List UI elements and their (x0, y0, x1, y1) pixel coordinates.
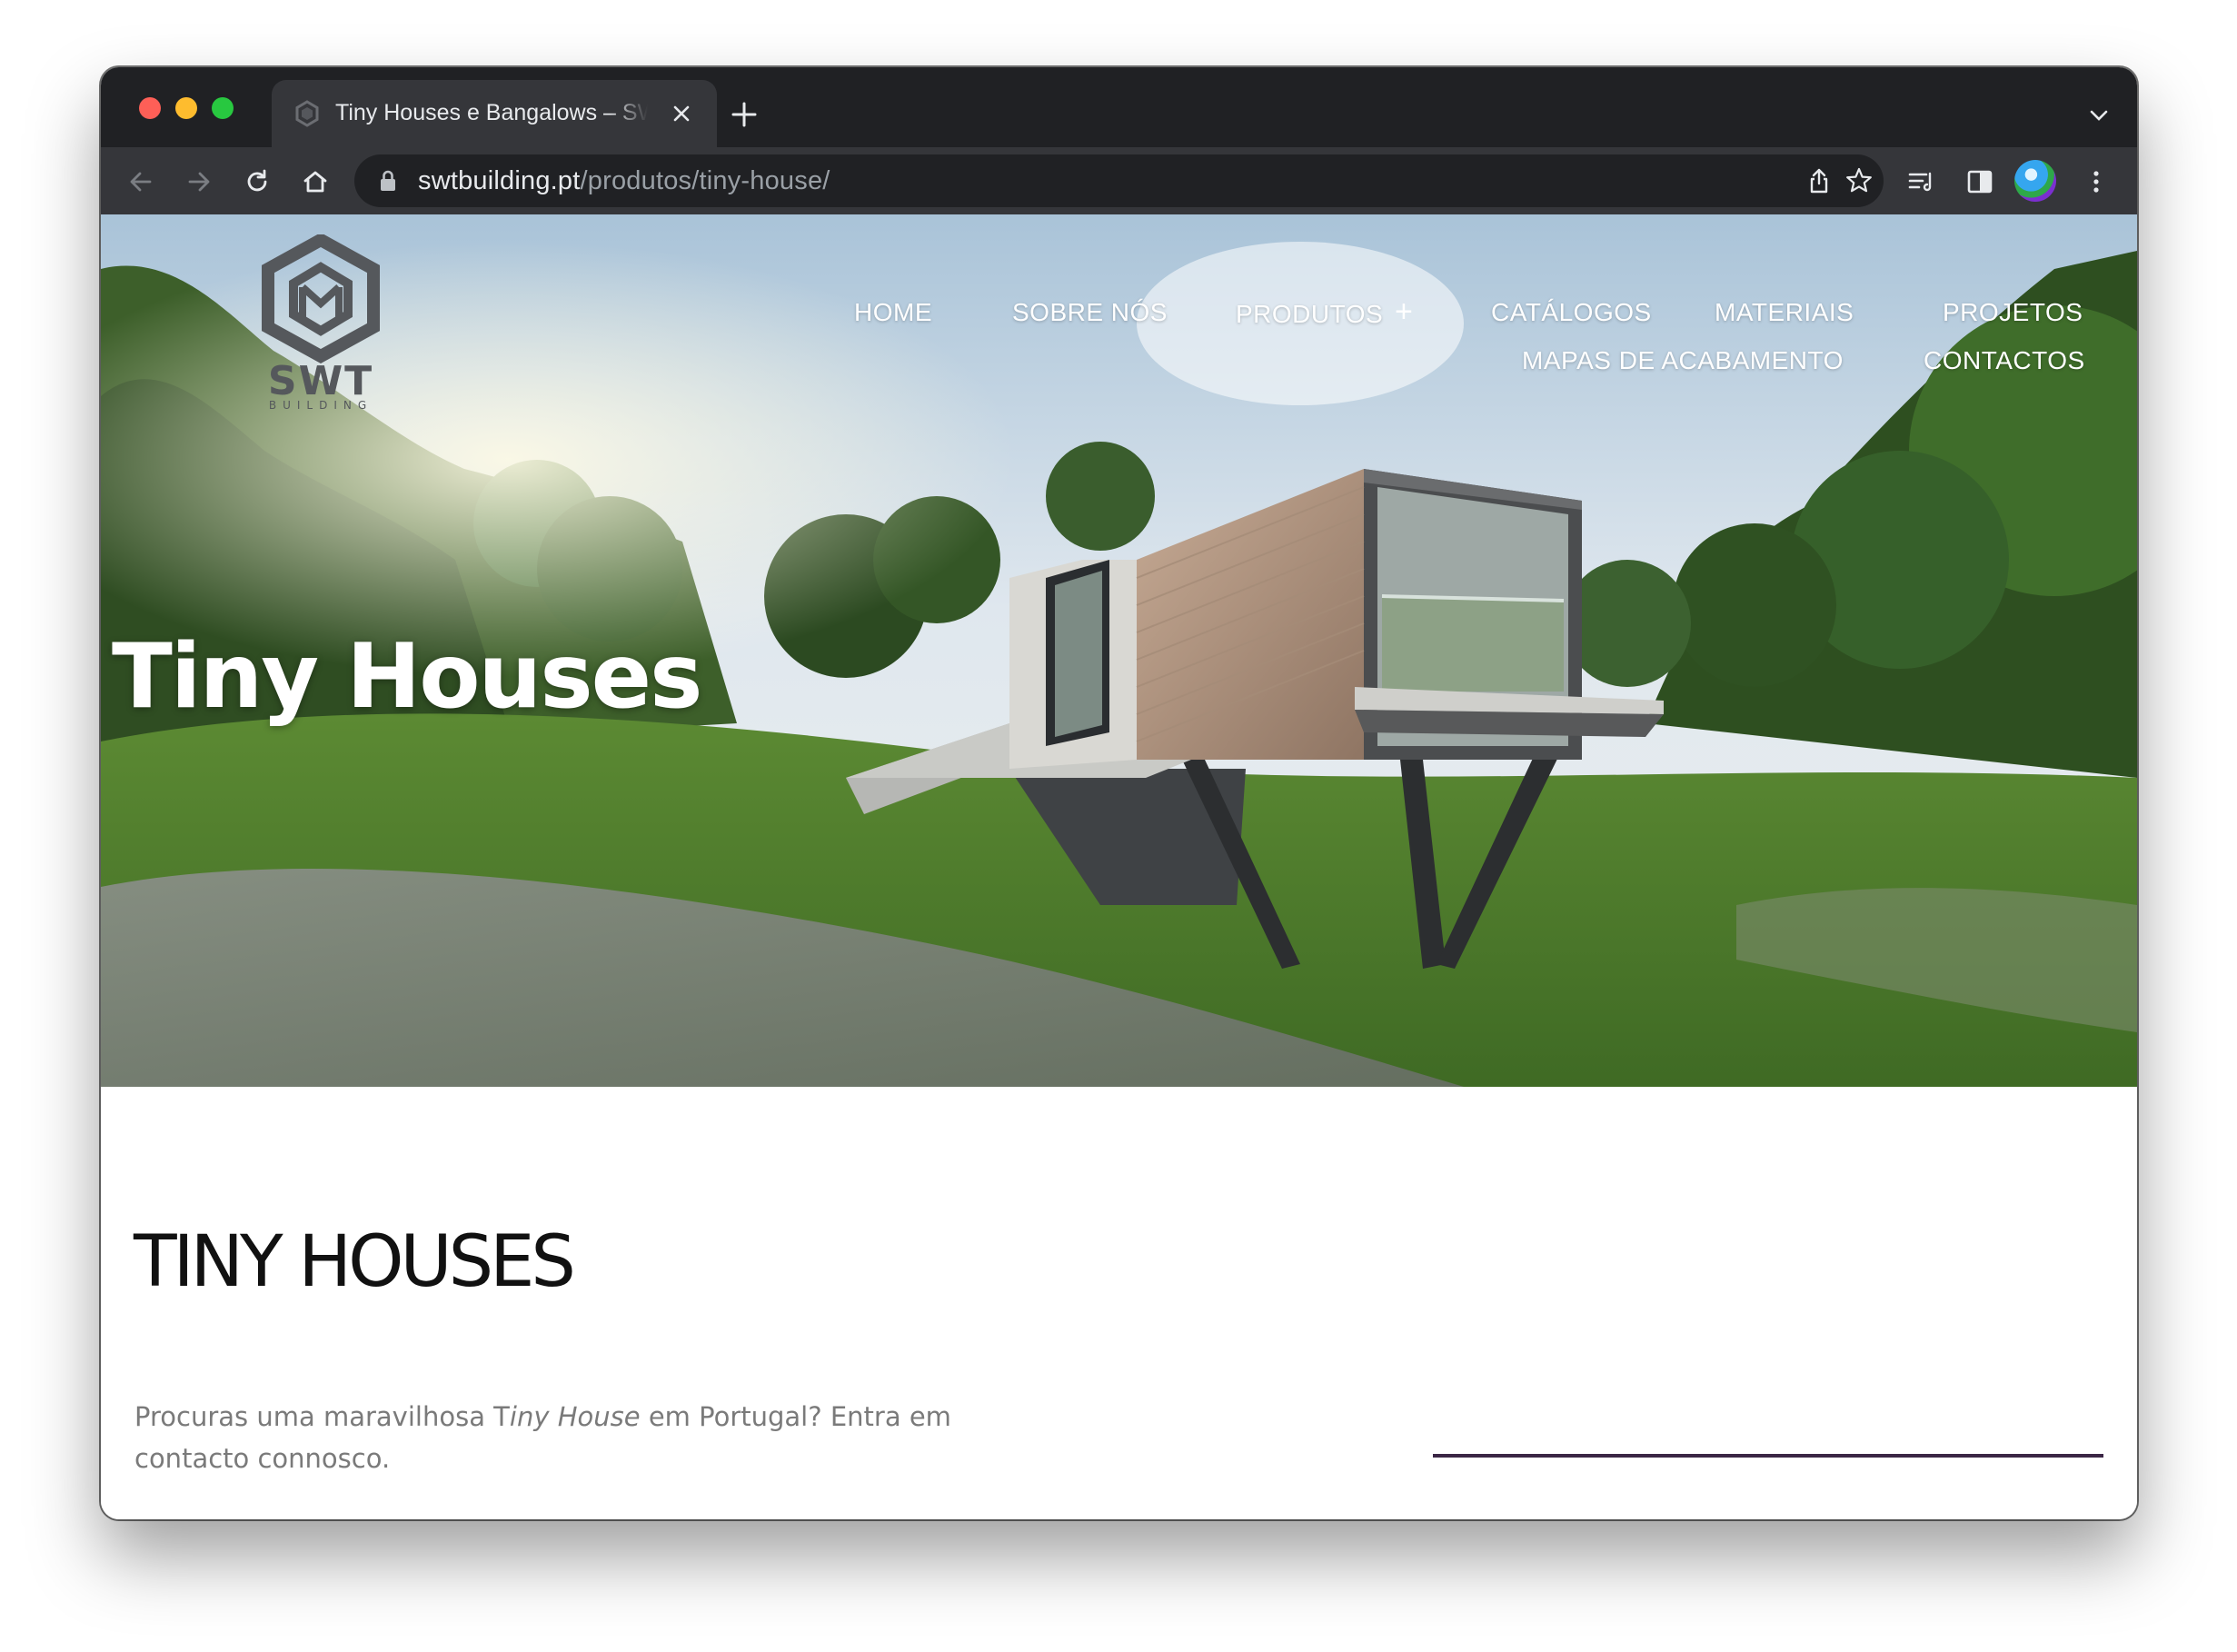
logo-subtext: BUILDING (269, 399, 373, 412)
nav-catalogs-link[interactable]: CATÁLOGOS (1491, 298, 1652, 327)
reload-icon[interactable] (241, 165, 273, 198)
reading-list-icon[interactable] (1904, 165, 1937, 198)
nav-products-link[interactable]: PRODUTOS (1236, 300, 1383, 329)
address-bar[interactable]: swtbuilding.pt/produtos/tiny-house/ (354, 154, 1884, 207)
section-intro-text: Procuras uma maravilhosa Tiny House em P… (134, 1396, 952, 1479)
close-window-button[interactable] (139, 97, 161, 119)
page-viewport: SWT BUILDING HOME SOBRE NÓS PRODUTOS + C… (101, 214, 2137, 1519)
hero-title: Tiny Houses (112, 625, 702, 729)
more-vert-icon[interactable] (2080, 165, 2113, 198)
nav-finish-maps-link[interactable]: MAPAS DE ACABAMENTO (1522, 346, 1844, 375)
browser-window: Tiny Houses e Bangalows – SWT Building (101, 67, 2137, 1519)
intro-text-start: Procuras uma maravilhosa T (134, 1401, 510, 1432)
home-icon[interactable] (299, 165, 332, 198)
nav-projects-link[interactable]: PROJETOS (1943, 298, 2083, 327)
share-icon[interactable] (1805, 166, 1834, 195)
section-divider (1433, 1454, 2103, 1458)
site-favicon-icon (295, 100, 319, 127)
nav-materials-link[interactable]: MATERIAIS (1715, 298, 1854, 327)
section-title: TINY HOUSES (134, 1221, 576, 1303)
maximize-window-button[interactable] (212, 97, 234, 119)
lock-icon[interactable] (376, 168, 400, 194)
logo-text: SWT (268, 358, 373, 404)
hero-banner: SWT BUILDING HOME SOBRE NÓS PRODUTOS + C… (101, 214, 2137, 1087)
url-path: /produtos/tiny-house/ (580, 166, 830, 195)
profile-avatar[interactable] (2014, 160, 2056, 202)
side-panel-icon[interactable] (1964, 165, 1996, 198)
url-host: swtbuilding.pt (418, 166, 581, 195)
tab-strip: Tiny Houses e Bangalows – SWT Building (101, 67, 2137, 147)
tab-title: Tiny Houses e Bangalows – SWT Building (335, 100, 648, 125)
browser-toolbar: swtbuilding.pt/produtos/tiny-house/ (101, 147, 2137, 214)
active-tab[interactable]: Tiny Houses e Bangalows – SWT Building (272, 80, 717, 147)
products-expand-icon[interactable]: + (1395, 294, 1413, 330)
back-arrow-icon[interactable] (124, 165, 157, 198)
swt-building-logo[interactable]: SWT BUILDING (255, 234, 386, 413)
new-tab-icon[interactable] (728, 98, 761, 131)
forward-arrow-icon[interactable] (183, 165, 215, 198)
intro-text-italic: iny House (509, 1401, 641, 1432)
close-tab-icon[interactable] (668, 100, 695, 127)
bookmark-star-icon[interactable] (1844, 166, 1874, 195)
url-text[interactable]: swtbuilding.pt/produtos/tiny-house/ (418, 164, 830, 197)
tab-search-chevron-icon[interactable] (2085, 102, 2113, 129)
minimize-window-button[interactable] (175, 97, 197, 119)
nav-about-link[interactable]: SOBRE NÓS (1012, 298, 1168, 327)
nav-home-link[interactable]: HOME (854, 298, 932, 327)
nav-contacts-link[interactable]: CONTACTOS (1924, 346, 2085, 375)
